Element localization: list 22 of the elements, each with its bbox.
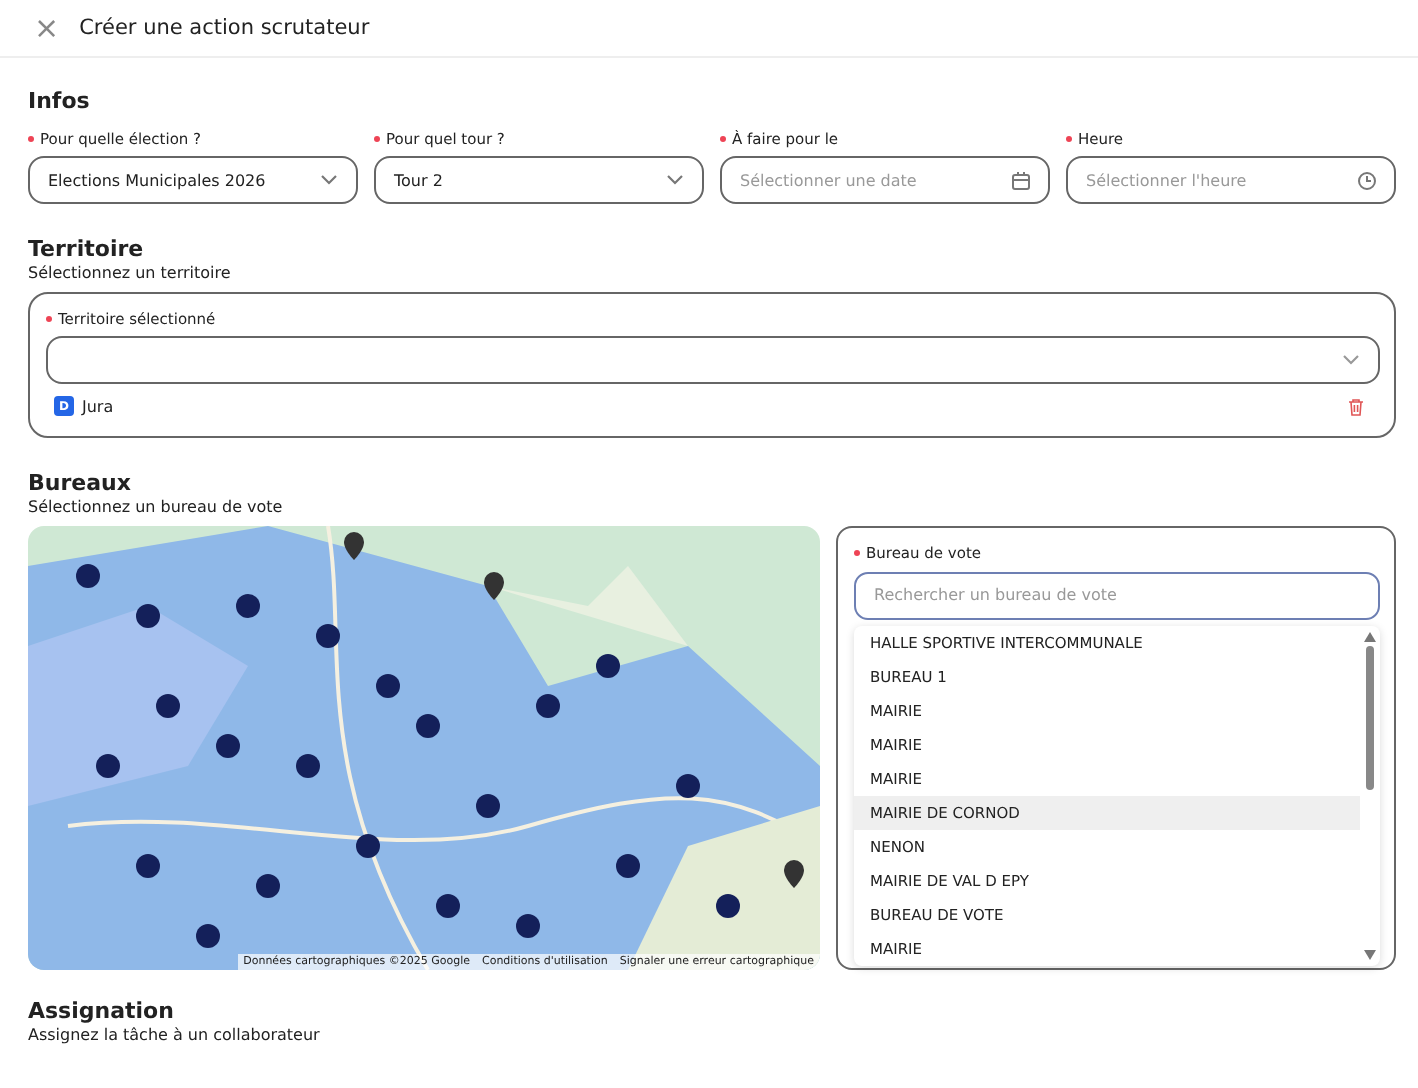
calendar-icon (1012, 171, 1030, 189)
section-title: Territoire (28, 236, 146, 262)
select-field[interactable] (46, 336, 1380, 384)
section-subtitle: Sélectionnez un territoire (28, 264, 233, 282)
trash-icon[interactable] (1348, 397, 1364, 415)
section-title: Assignation (28, 998, 176, 1024)
dialog-title: Créer une action scrutateur (79, 16, 370, 40)
section-title: Bureaux (28, 470, 133, 496)
section-subtitle: Assignez la tâche à un collaborateur (28, 1026, 322, 1044)
select-field[interactable]: Elections Municipales 2026 (28, 156, 358, 204)
chevron-down-icon (1342, 354, 1360, 366)
chevron-down-icon (320, 174, 338, 186)
clock-icon (1358, 171, 1376, 189)
section-subtitle: Sélectionnez un bureau de vote (28, 498, 285, 516)
territory-name: Jura (82, 397, 116, 415)
select-field[interactable]: Tour 2 (374, 156, 704, 204)
scroll-up-icon[interactable] (1364, 631, 1376, 641)
close-icon[interactable]: × (34, 13, 60, 43)
search-field[interactable]: Rechercher un bureau de vote (854, 571, 1380, 619)
chevron-down-icon (666, 174, 684, 186)
section-title: Infos (28, 88, 92, 114)
scroll-down-icon[interactable] (1364, 949, 1376, 959)
